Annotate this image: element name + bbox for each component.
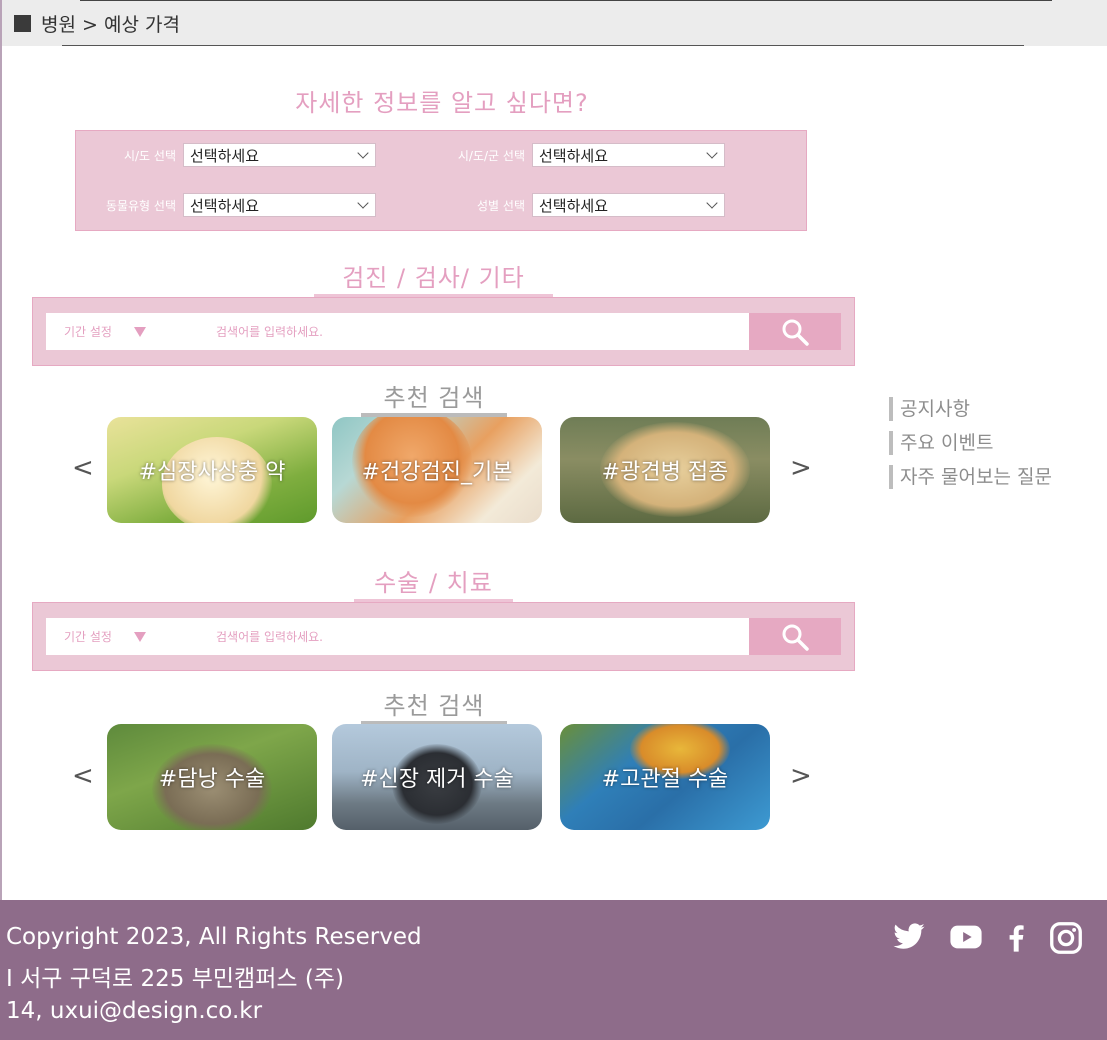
recommend-title: 추천 검색 <box>361 686 507 727</box>
search-button[interactable] <box>749 313 841 350</box>
period-label: 기간 설정 <box>64 325 112 339</box>
search-input[interactable]: 검색어를 입력하세요. <box>216 628 323 645</box>
period-dropdown[interactable]: 기간 설정 <box>64 323 159 340</box>
search-panel-checkup: 기간 설정 검색어를 입력하세요. <box>32 297 855 366</box>
section-title-surgery: 수술 / 치료 <box>354 563 513 605</box>
chevron-down-icon <box>357 197 369 209</box>
twitter-icon[interactable] <box>890 920 928 954</box>
carousel-next-button[interactable]: > <box>790 761 812 791</box>
section-title-checkup: 검진 / 검사/ 기타 <box>314 258 553 300</box>
recommend-card[interactable]: #고관절 수술 <box>560 724 770 830</box>
chevron-down-icon <box>357 147 369 159</box>
carousel-prev-button[interactable]: < <box>72 453 94 483</box>
select-value: 선택하세요 <box>190 196 260 215</box>
recommend-card[interactable]: #심장사상충 약 <box>107 417 317 523</box>
period-label: 기간 설정 <box>64 630 112 644</box>
filter-label-sido: 시/도 선택 <box>123 148 176 163</box>
section-title-text: 검진 / 검사/ 기타 <box>342 264 525 292</box>
card-label: #건강검진_기본 <box>361 460 513 485</box>
instagram-icon[interactable] <box>1047 920 1085 956</box>
search-panel-surgery: 기간 설정 검색어를 입력하세요. <box>32 602 855 671</box>
search-field: 기간 설정 검색어를 입력하세요. <box>46 313 749 350</box>
search-icon <box>782 624 809 651</box>
recommend-card[interactable]: #담낭 수술 <box>107 724 317 830</box>
carousel-next-button[interactable]: > <box>790 453 812 483</box>
card-label: #신장 제거 수술 <box>360 767 514 792</box>
select-value: 선택하세요 <box>539 196 609 215</box>
filter-row: 시/도/군 선택 선택하세요 <box>425 143 725 167</box>
recommend-title: 추천 검색 <box>361 378 507 419</box>
section-title-text: 수술 / 치료 <box>374 569 493 597</box>
side-link-faq[interactable]: 자주 물어보는 질문 <box>889 465 1052 489</box>
filter-row: 동물유형 선택 선택하세요 <box>76 193 376 217</box>
search-icon <box>782 319 809 346</box>
divider <box>80 0 1052 1</box>
left-border <box>0 0 2 900</box>
breadcrumb: 병원 > 예상 가격 <box>14 10 180 37</box>
select-value: 선택하세요 <box>539 146 609 165</box>
sigungu-select[interactable]: 선택하세요 <box>532 143 725 167</box>
search-input[interactable]: 검색어를 입력하세요. <box>216 323 323 340</box>
animal-type-select[interactable]: 선택하세요 <box>183 193 376 217</box>
side-link-events[interactable]: 주요 이벤트 <box>889 431 993 455</box>
filter-label-gender: 성별 선택 <box>477 198 525 213</box>
card-label: #고관절 수술 <box>601 767 729 792</box>
filter-row: 성별 선택 선택하세요 <box>425 193 725 217</box>
facebook-icon[interactable] <box>1000 920 1032 954</box>
footer-address: I 서구 구덕로 225 부민캠퍼스 (주) <box>6 966 344 992</box>
card-label: #심장사상충 약 <box>138 460 286 485</box>
filter-label-sigungu: 시/도/군 선택 <box>457 148 525 163</box>
recommend-title-text: 추천 검색 <box>383 692 485 720</box>
filter-row: 시/도 선택 선택하세요 <box>76 143 376 167</box>
period-dropdown[interactable]: 기간 설정 <box>64 628 159 645</box>
gender-select[interactable]: 선택하세요 <box>532 193 725 217</box>
triangle-down-icon <box>133 326 146 337</box>
breadcrumb-text: 병원 > 예상 가격 <box>41 14 180 36</box>
recommend-card[interactable]: #광견병 접종 <box>560 417 770 523</box>
chevron-down-icon <box>706 147 718 159</box>
carousel-prev-button[interactable]: < <box>72 761 94 791</box>
square-bullet-icon <box>14 15 31 32</box>
triangle-down-icon <box>133 631 146 642</box>
youtube-icon[interactable] <box>947 920 985 954</box>
recommend-card[interactable]: #신장 제거 수술 <box>332 724 542 830</box>
recommend-card[interactable]: #건강검진_기본 <box>332 417 542 523</box>
card-label: #담낭 수술 <box>158 767 266 792</box>
divider <box>62 45 1024 46</box>
footer-copyright: Copyright 2023, All Rights Reserved <box>6 924 422 950</box>
select-value: 선택하세요 <box>190 146 260 165</box>
filter-label-animal-type: 동물유형 선택 <box>105 198 176 213</box>
card-label: #광견병 접종 <box>601 460 729 485</box>
filter-panel: 시/도 선택 선택하세요 시/도/군 선택 선택하세요 동물유형 선택 선택하세… <box>75 130 807 231</box>
side-link-notice[interactable]: 공지사항 <box>889 397 970 421</box>
chevron-down-icon <box>706 197 718 209</box>
footer-contact: 14, uxui@design.co.kr <box>6 998 263 1024</box>
recommend-title-text: 추천 검색 <box>383 384 485 412</box>
search-field: 기간 설정 검색어를 입력하세요. <box>46 618 749 655</box>
sido-select[interactable]: 선택하세요 <box>183 143 376 167</box>
page-title: 자세한 정보를 알고 싶다면? <box>295 89 589 117</box>
footer: Copyright 2023, All Rights Reserved I 서구… <box>0 900 1107 1040</box>
search-button[interactable] <box>749 618 841 655</box>
